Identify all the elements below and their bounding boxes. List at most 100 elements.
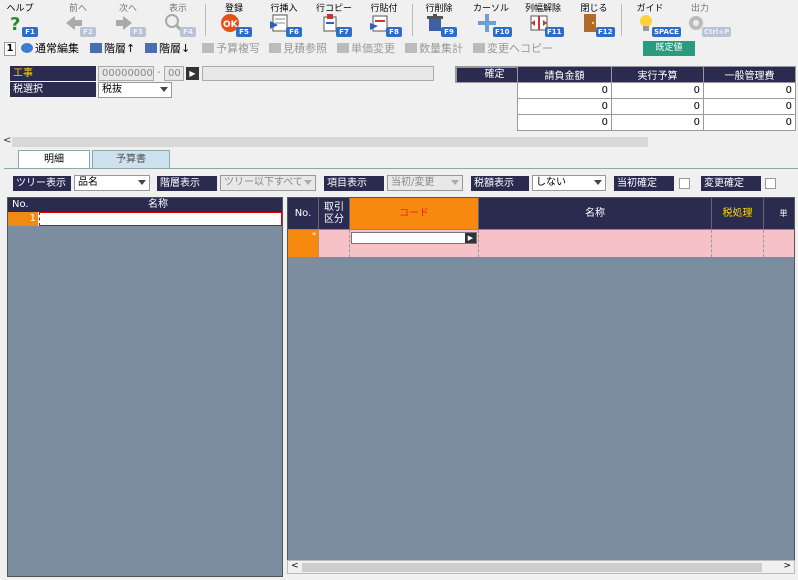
lookup-arrow-icon: ▶ xyxy=(467,234,474,242)
price-icon xyxy=(337,43,349,53)
f9-key-badge: F9 xyxy=(441,27,457,37)
tree-display-select[interactable]: 品名 xyxy=(74,175,150,191)
chevron-down-icon xyxy=(160,87,168,92)
code-lookup-button[interactable]: ▶ xyxy=(465,233,476,243)
detail-col-torihiki: 取引区分 xyxy=(319,198,350,229)
name-cell[interactable] xyxy=(479,230,712,257)
guide-button[interactable]: ガイド SPACE xyxy=(626,0,681,40)
close-button[interactable]: 閉じる F12 xyxy=(572,0,616,40)
scroll-left-icon[interactable]: < xyxy=(3,135,11,146)
change-confirm-label: 変更確定 xyxy=(701,176,761,191)
register-button[interactable]: 登録 OK F5 xyxy=(212,0,256,40)
normal-edit-button[interactable]: 通常編集 xyxy=(21,42,79,56)
reset-column-width-button[interactable]: 列幅解除 F11 xyxy=(518,0,568,40)
copy-budget-label: 予算複写 xyxy=(216,42,260,55)
paste-row-button[interactable]: 行貼付 F8 xyxy=(362,0,406,40)
tree-col-no: No. xyxy=(12,199,29,210)
insert-row-button[interactable]: 行挿入 F6 xyxy=(262,0,306,40)
chevron-down-icon xyxy=(451,180,459,185)
mode-number: 1 xyxy=(4,42,16,56)
summary-col-header: 実行予算 xyxy=(611,66,704,83)
item-display-select[interactable]: 当初/変更 xyxy=(387,175,463,191)
level-up-button[interactable]: 階層↑ xyxy=(90,42,135,56)
koji-lookup-button[interactable]: ▶ xyxy=(186,67,199,80)
summary-row-label: 確定 xyxy=(455,66,518,83)
detail-col-no: No. xyxy=(288,198,319,229)
estimate-ref-label: 見積参照 xyxy=(283,42,327,55)
detail-grid: No. 取引区分 コード 名称 税処理 単 * ▶ xyxy=(287,197,795,573)
level-down-label: 階層↓ xyxy=(159,42,191,55)
default-value-button[interactable]: 既定値 xyxy=(643,41,695,56)
tab-yosan[interactable]: 予算書 xyxy=(92,150,170,168)
f7-key-badge: F7 xyxy=(336,27,352,37)
tree-icon xyxy=(90,43,102,53)
header-scrollbar[interactable] xyxy=(12,137,648,147)
summary-cell: 0 xyxy=(517,114,612,131)
level-down-button[interactable]: 階層↓ xyxy=(145,42,190,56)
reference-icon xyxy=(269,43,281,53)
koji-code-field[interactable]: 00000000 xyxy=(98,66,154,81)
code-cell[interactable]: ▶ xyxy=(350,230,479,257)
chevron-down-icon xyxy=(138,180,146,185)
detail-horizontal-scrollbar[interactable]: < > xyxy=(287,560,795,574)
summary-row: 確定 0 0 0 xyxy=(455,66,796,131)
next-button[interactable]: 次へ F3 xyxy=(108,0,148,40)
tree-display-label: ツリー表示 xyxy=(13,176,71,191)
estimate-ref-button[interactable]: 見積参照 xyxy=(269,42,327,56)
summary-col-header: 請負金額 xyxy=(517,66,612,83)
code-input[interactable]: ▶ xyxy=(351,232,477,244)
tax-display-select[interactable]: しない xyxy=(532,175,606,191)
summary-cell: 0 xyxy=(703,82,796,99)
torihiki-cell[interactable] xyxy=(319,230,350,257)
output-button[interactable]: 出力 Ctrl+P xyxy=(676,0,732,40)
delete-row-button[interactable]: 行削除 F9 xyxy=(416,0,462,40)
table-row[interactable]: 1 xyxy=(8,212,282,226)
copy-to-change-button[interactable]: 変更へコピー xyxy=(473,42,553,56)
zei-select[interactable]: 税抜 xyxy=(98,82,172,98)
prev-button[interactable]: 前へ F2 xyxy=(58,0,98,40)
zei-value: 税抜 xyxy=(102,84,122,95)
row-name-cell[interactable] xyxy=(39,212,282,226)
toolbar-separator xyxy=(205,4,206,36)
summary-cell: 0 xyxy=(517,82,612,99)
scroll-right-icon[interactable]: > xyxy=(783,561,791,571)
tree-grid: No. 名称 1 xyxy=(7,197,283,577)
scrollbar-thumb[interactable] xyxy=(302,563,762,572)
table-row[interactable]: * ▶ xyxy=(288,230,794,257)
f10-key-badge: F10 xyxy=(493,27,512,37)
summary-row: 変更 0 0 0 xyxy=(455,66,796,115)
summary-table: 請負金額 実行予算 一般管理費 当初 0 0 0 変更 0 0 0 確定 0 0… xyxy=(455,66,796,131)
summary-cell: 0 xyxy=(703,114,796,131)
ctrl-p-key-badge: Ctrl+P xyxy=(702,27,732,37)
initial-confirm-checkbox[interactable] xyxy=(679,178,690,189)
level-display-value: ツリー以下すべて xyxy=(224,177,303,188)
main-toolbar: ヘルプ ? F1 前へ F2 次へ F3 表示 F4 登録 OK F5 行挿入 … xyxy=(0,0,798,40)
copy-row-button[interactable]: 行コピー F7 xyxy=(312,0,356,40)
unit-price-change-label: 単価変更 xyxy=(351,42,395,55)
zei-cell[interactable] xyxy=(712,230,764,257)
copy-budget-button[interactable]: 予算複写 xyxy=(202,42,260,56)
new-row-star-icon: * xyxy=(312,231,316,240)
row-number: 1 xyxy=(8,212,38,226)
scroll-left-icon[interactable]: < xyxy=(291,561,299,571)
quantity-total-button[interactable]: 数量集計 xyxy=(405,42,463,56)
zei-label: 税選択 xyxy=(10,82,96,97)
f6-key-badge: F6 xyxy=(286,27,302,37)
cursor-button[interactable]: カーソル F10 xyxy=(468,0,514,40)
koji-separator: - xyxy=(157,67,161,78)
detail-col-name: 名称 xyxy=(479,198,712,229)
change-confirm-checkbox[interactable] xyxy=(765,178,776,189)
level-display-select[interactable]: ツリー以下すべて xyxy=(220,175,316,191)
tree-col-name: 名称 xyxy=(148,199,168,210)
quantity-total-label: 数量集計 xyxy=(419,42,463,55)
koji-name-field xyxy=(202,66,434,81)
view-button[interactable]: 表示 F4 xyxy=(158,0,198,40)
help-button[interactable]: ヘルプ ? F1 xyxy=(2,0,38,40)
koji-branch-field[interactable]: 00 xyxy=(164,66,184,81)
tab-meisai[interactable]: 明細 xyxy=(18,150,90,169)
toolbar-separator xyxy=(621,4,622,36)
tree-display-value: 品名 xyxy=(78,177,98,188)
summary-row: 当初 0 0 0 xyxy=(455,66,796,99)
unit-price-change-button[interactable]: 単価変更 xyxy=(337,42,395,56)
lookup-arrow-icon: ▶ xyxy=(189,69,196,78)
